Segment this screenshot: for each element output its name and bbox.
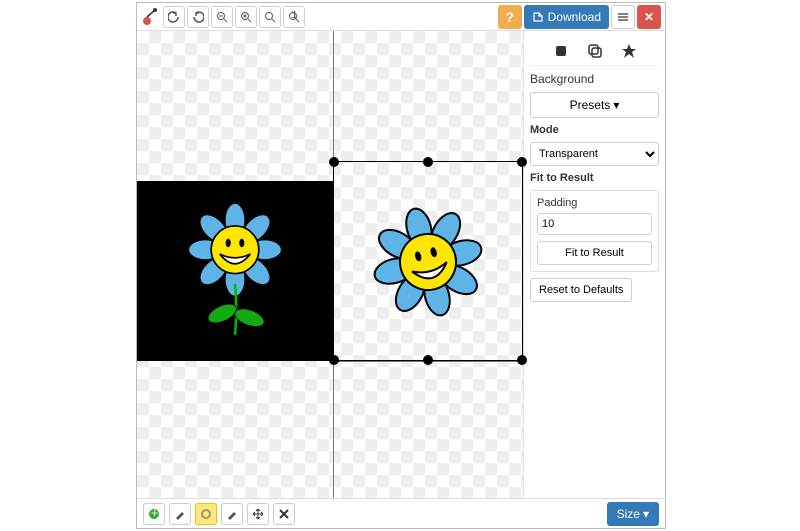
crop-handle-bm[interactable] [423, 355, 433, 365]
tab-single-icon[interactable] [551, 41, 571, 61]
tool-add-button[interactable]: + [143, 503, 165, 525]
fit-button[interactable]: Fit to Result [537, 241, 652, 265]
top-toolbar: 1 ? Download ✕ [137, 3, 665, 31]
crop-handle-tm[interactable] [423, 157, 433, 167]
presets-button[interactable]: Presets ▾ [530, 92, 659, 118]
zoom-out-button[interactable] [211, 6, 233, 28]
background-heading: Background [530, 72, 659, 86]
tool-erase-button[interactable] [169, 503, 191, 525]
download-button[interactable]: Download [524, 5, 609, 29]
tool-brush-button[interactable] [221, 503, 243, 525]
flower-result-icon [334, 162, 522, 360]
fit-heading: Fit to Result [530, 172, 659, 184]
mode-select[interactable]: Transparent [530, 142, 659, 166]
crop-handle-tr[interactable] [517, 157, 527, 167]
zoom-actual-button[interactable]: 1 [283, 6, 305, 28]
close-button[interactable]: ✕ [637, 5, 661, 29]
crop-handle-tl[interactable] [329, 157, 339, 167]
menu-button[interactable] [611, 5, 635, 29]
tab-stack-icon[interactable] [585, 41, 605, 61]
crop-selection[interactable] [333, 161, 523, 361]
flower-original-icon [163, 199, 308, 344]
size-button[interactable]: Size ▾ [607, 502, 659, 526]
tab-star-icon[interactable] [619, 41, 639, 61]
undo-button[interactable] [163, 6, 185, 28]
bottom-toolbar: + Size ▾ [137, 498, 665, 528]
fit-box: Padding Fit to Result [530, 190, 659, 272]
tool-delete-button[interactable] [273, 503, 295, 525]
main-body: Background Presets ▾ Mode Transparent Fi… [137, 31, 665, 498]
app-logo [141, 7, 161, 27]
help-button[interactable]: ? [498, 5, 522, 29]
download-label: Download [548, 10, 601, 24]
canvas-area[interactable] [137, 31, 523, 498]
zoom-in-button[interactable] [235, 6, 257, 28]
zoom-fit-button[interactable] [259, 6, 281, 28]
padding-label: Padding [537, 197, 652, 209]
redo-button[interactable] [187, 6, 209, 28]
original-image-panel [137, 181, 333, 361]
sidebar-tabs [530, 37, 659, 66]
tool-highlight-button[interactable] [195, 503, 217, 525]
app-window: 1 ? Download ✕ [136, 2, 666, 529]
crop-handle-bl[interactable] [329, 355, 339, 365]
svg-text:1: 1 [291, 11, 298, 21]
sidebar: Background Presets ▾ Mode Transparent Fi… [523, 31, 665, 498]
reset-button[interactable]: Reset to Defaults [530, 278, 632, 302]
padding-input[interactable] [537, 213, 652, 235]
tool-move-button[interactable] [247, 503, 269, 525]
svg-text:+: + [151, 508, 158, 520]
mode-label: Mode [530, 124, 659, 136]
crop-handle-br[interactable] [517, 355, 527, 365]
